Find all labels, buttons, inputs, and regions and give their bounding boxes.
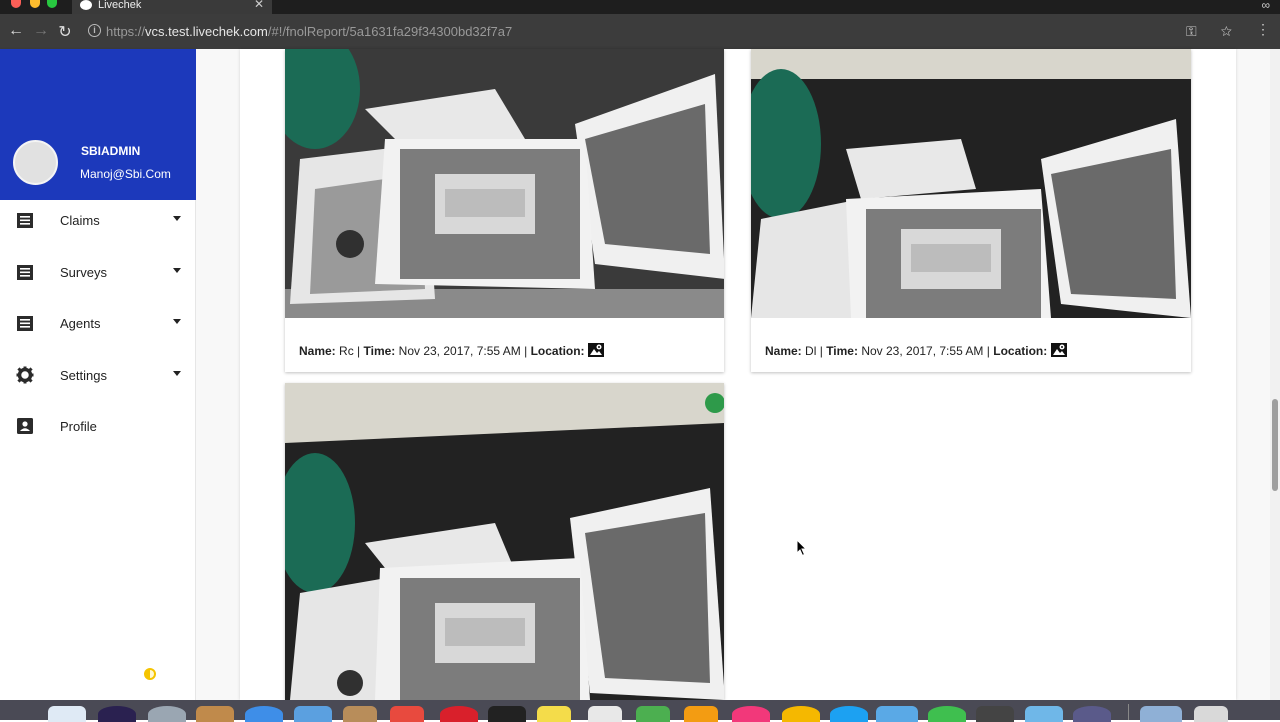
bookmark-star-icon[interactable]: ⚿ ☆ [1186, 23, 1242, 40]
map-location-icon[interactable] [1050, 342, 1067, 358]
page-scrollbar[interactable] [1270, 49, 1280, 700]
sidebar-header: SBIADMIN Manoj@Sbi.Com [0, 49, 196, 200]
vehicle-document-photo[interactable] [285, 49, 724, 318]
user-email: Manoj@Sbi.Com [80, 167, 171, 181]
reload-icon[interactable]: ↻ [55, 22, 75, 42]
vehicle-document-photo[interactable] [751, 49, 1191, 318]
sidebar-item-settings[interactable]: Settings [0, 356, 196, 396]
chevron-down-icon [173, 371, 181, 376]
list-icon [17, 213, 33, 228]
sidebar-item-label: Agents [60, 316, 101, 331]
avatar [13, 140, 58, 185]
forward-icon[interactable]: → [31, 22, 51, 40]
sidebar-item-label: Claims [60, 213, 100, 228]
chevron-down-icon [173, 216, 181, 221]
contact-card-icon [17, 418, 33, 434]
url-field[interactable]: i https://vcs.test.livechek.com/#!/fnolR… [82, 19, 1252, 43]
sidebar-item-claims[interactable]: Claims [0, 201, 196, 241]
sidebar-item-profile[interactable]: Profile [0, 407, 196, 447]
tab-title: Livechek [98, 0, 142, 11]
browser-tab[interactable]: Livechek ✕ [72, 0, 272, 14]
scrollbar-thumb[interactable] [1272, 399, 1278, 491]
photo-card: Name: Dl | Time: Nov 23, 2017, 7:55 AM |… [751, 49, 1191, 372]
sidebar-item-label: Profile [60, 419, 97, 434]
sidebar: SBIADMIN Manoj@Sbi.Com Claims Surveys Ag… [0, 49, 196, 700]
vehicle-document-photo[interactable] [285, 383, 724, 700]
sidebar-item-label: Settings [60, 368, 107, 383]
mouse-cursor-icon [796, 539, 808, 557]
back-icon[interactable]: ← [6, 22, 26, 40]
list-icon [17, 316, 33, 331]
sidebar-item-label: Surveys [60, 265, 107, 280]
photo-caption: Name: Dl | Time: Nov 23, 2017, 7:55 AM |… [765, 342, 1067, 358]
tab-close-icon[interactable]: ✕ [254, 0, 264, 10]
list-icon [17, 265, 33, 280]
sidebar-item-surveys[interactable]: Surveys [0, 253, 196, 293]
map-location-icon[interactable] [587, 342, 604, 358]
minimize-window-button[interactable] [30, 0, 40, 8]
maximize-window-button[interactable] [47, 0, 57, 8]
theme-toggle-icon[interactable] [144, 668, 156, 680]
dock-separator [1128, 704, 1129, 720]
photo-caption: Name: Rc | Time: Nov 23, 2017, 7:55 AM |… [299, 342, 604, 358]
browser-menu-icon[interactable]: ⋮ [1256, 21, 1270, 38]
user-name: SBIADMIN [81, 144, 141, 158]
close-window-button[interactable] [11, 0, 21, 8]
chevron-down-icon [173, 319, 181, 324]
url-text[interactable]: https://vcs.test.livechek.com/#!/fnolRep… [106, 24, 512, 39]
info-icon[interactable]: i [88, 24, 101, 37]
address-bar: ← → ↻ i https://vcs.test.livechek.com/#!… [0, 14, 1280, 49]
gear-icon [16, 366, 34, 384]
chevron-down-icon [173, 268, 181, 273]
incognito-icon: ∞ [1261, 0, 1270, 12]
sidebar-item-agents[interactable]: Agents [0, 304, 196, 344]
browser-tab-bar: Livechek ✕ ∞ [0, 0, 1280, 14]
livechek-favicon-icon [80, 0, 92, 10]
photo-card [285, 383, 724, 700]
photo-card: Name: Rc | Time: Nov 23, 2017, 7:55 AM |… [285, 49, 724, 372]
